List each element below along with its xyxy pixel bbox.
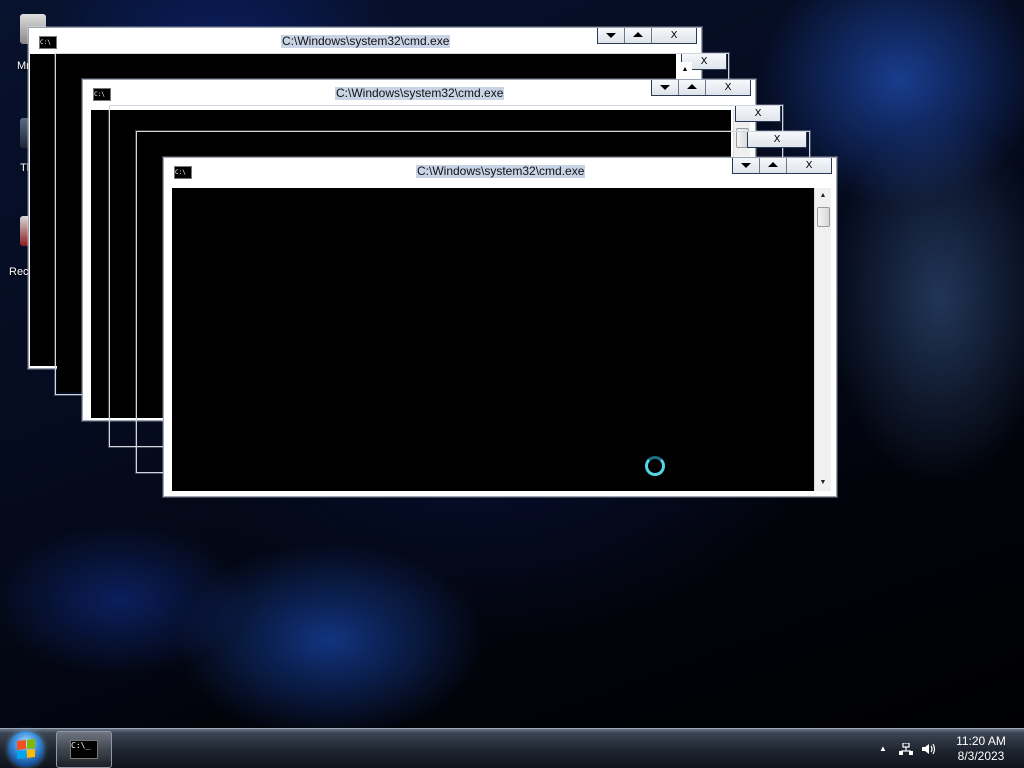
maximize-button[interactable] <box>679 80 706 95</box>
scroll-thumb[interactable] <box>817 207 830 227</box>
window-controls: X <box>732 158 832 174</box>
vertical-scrollbar[interactable]: ▲ ▼ <box>814 188 831 491</box>
system-clock[interactable]: 11:20 AM 8/3/2023 <box>946 734 1016 764</box>
network-icon[interactable] <box>899 742 913 755</box>
volume-icon[interactable] <box>922 743 936 755</box>
close-button[interactable]: X <box>736 106 780 121</box>
taskbar: C:\_ ▲ 11:20 AM 8/3/2023 <box>0 728 1024 768</box>
close-button[interactable]: X <box>787 158 831 173</box>
minimize-button[interactable] <box>733 158 760 173</box>
window-controls: X <box>747 132 807 148</box>
cmd-icon: C:\ <box>93 88 111 101</box>
window-title: C:\Windows\system32\cmd.exe <box>335 86 505 100</box>
minimize-icon <box>741 163 751 168</box>
maximize-icon <box>687 84 697 89</box>
minimize-icon <box>606 33 616 38</box>
minimize-button[interactable] <box>598 28 625 43</box>
clock-time: 11:20 AM <box>956 734 1006 748</box>
close-button[interactable]: X <box>652 28 696 43</box>
minimize-button[interactable] <box>652 80 679 95</box>
start-button[interactable] <box>8 731 44 767</box>
scroll-up-arrow[interactable]: ▲ <box>815 188 831 204</box>
close-button[interactable]: X <box>706 80 750 95</box>
minimize-icon <box>660 85 670 90</box>
window-controls: X <box>735 106 781 122</box>
maximize-icon <box>633 32 643 37</box>
window-controls: X <box>597 28 697 44</box>
cmd-icon: C:\ <box>174 166 192 179</box>
maximize-icon <box>768 162 778 167</box>
show-hidden-icons-button[interactable]: ▲ <box>876 743 890 755</box>
window-title: C:\Windows\system32\cmd.exe <box>416 164 586 178</box>
close-button[interactable]: X <box>748 132 806 147</box>
cmd-icon: C:\ <box>39 36 57 49</box>
windows-logo-icon <box>17 739 35 759</box>
scroll-up-arrow[interactable]: ▲ <box>678 62 692 78</box>
cmd-icon: C:\_ <box>70 740 98 759</box>
maximize-button[interactable] <box>625 28 652 43</box>
window-controls: X <box>651 80 751 96</box>
clock-date: 8/3/2023 <box>957 749 1005 763</box>
maximize-button[interactable] <box>760 158 787 173</box>
window-title: C:\Windows\system32\cmd.exe <box>281 34 451 48</box>
scroll-down-arrow[interactable]: ▼ <box>815 475 831 491</box>
console-area[interactable] <box>172 188 814 491</box>
busy-cursor-icon <box>645 456 665 476</box>
taskbar-item-cmd[interactable]: C:\_ <box>56 731 112 768</box>
cmd-window-front[interactable]: C:\ C:\Windows\system32\cmd.exe X ▲ ▼ <box>163 157 837 497</box>
